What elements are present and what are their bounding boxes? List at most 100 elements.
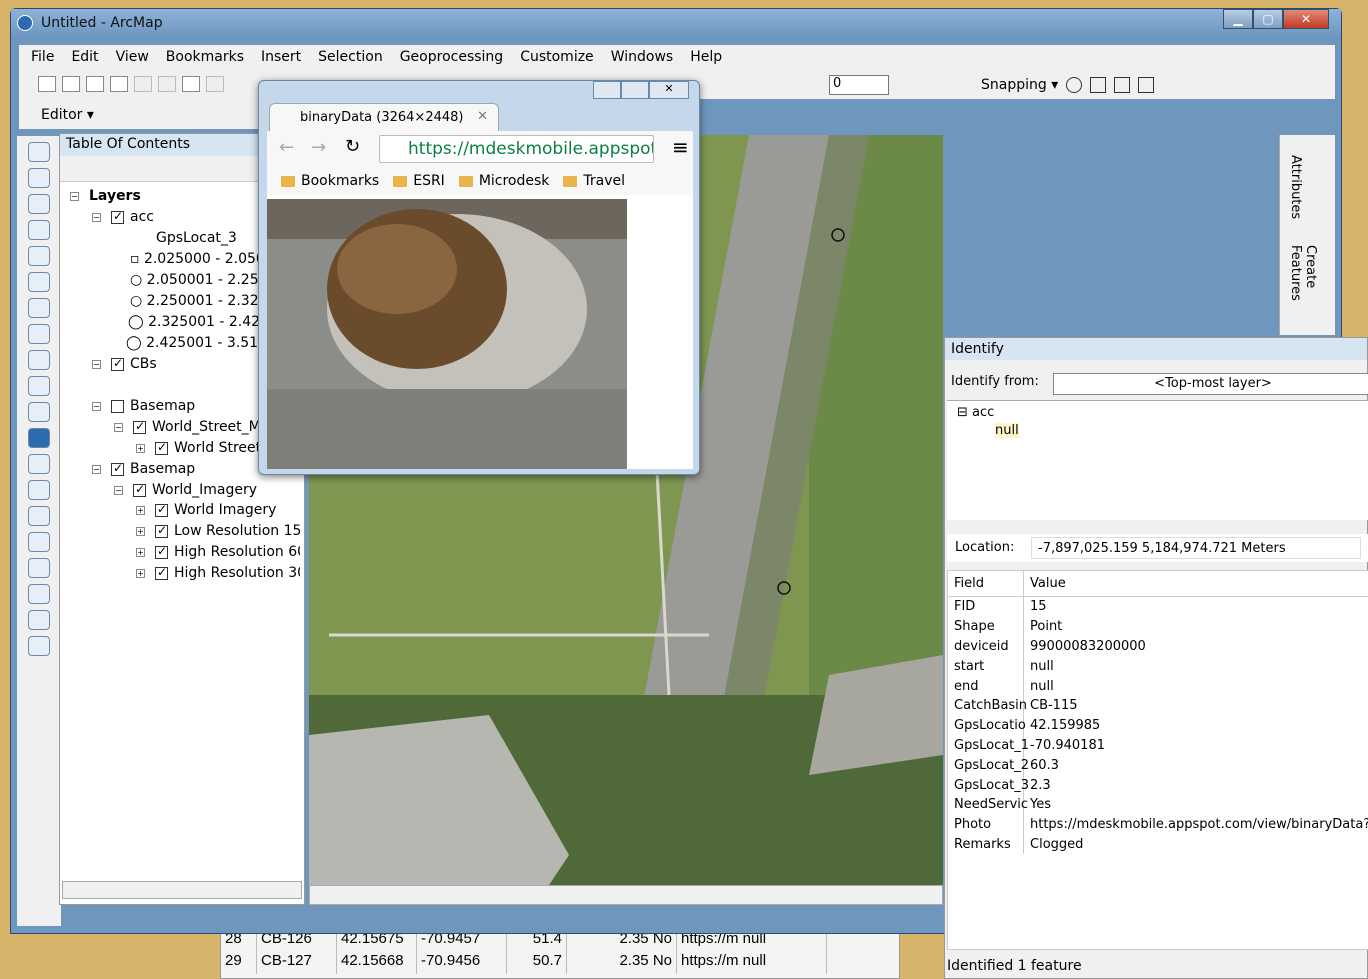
select-features-icon[interactable] [28, 350, 50, 370]
tree-feature-node[interactable]: null [995, 423, 1019, 438]
attribute-row[interactable]: GpsLocat_2 60.3 [948, 755, 1368, 776]
toc-layer-imagery-sub[interactable]: +High Resolution 30cm [136, 565, 300, 581]
identify-title[interactable]: Identify [945, 338, 1367, 360]
bookmark-folder[interactable]: Bookmarks [281, 173, 379, 189]
end-snap-icon[interactable] [1090, 77, 1107, 93]
zoom-out-icon[interactable] [28, 168, 50, 188]
attribute-row[interactable]: Photo https://mdeskmobile.appspot.com/vie… [948, 814, 1368, 835]
menu-selection[interactable]: Selection [318, 49, 383, 65]
cut-icon[interactable] [134, 76, 152, 92]
reload-icon[interactable]: ↻ [345, 136, 360, 157]
toc-layer-world-street-sub[interactable]: +World Street Map [136, 440, 258, 456]
menu-customize[interactable]: Customize [520, 49, 594, 65]
clear-selection-icon[interactable] [28, 376, 50, 396]
menu-help[interactable]: Help [690, 49, 722, 65]
toc-layer-basemap[interactable]: −Basemap [92, 398, 195, 414]
attribute-row[interactable]: GpsLocat_1 -70.940181 [948, 735, 1368, 756]
toc-layer-imagery-sub[interactable]: +High Resolution 60cm [136, 544, 300, 560]
fixed-zoom-out-icon[interactable] [28, 272, 50, 292]
print-icon[interactable] [110, 76, 128, 92]
new-icon[interactable] [38, 76, 56, 92]
bookmark-folder[interactable]: ESRI [393, 173, 445, 189]
close-tab-icon[interactable]: ✕ [477, 109, 488, 124]
minimize-button[interactable] [593, 81, 621, 99]
close-button[interactable]: ✕ [1283, 9, 1329, 29]
toc-layer-acc[interactable]: −acc [92, 209, 154, 225]
delete-icon[interactable] [206, 76, 224, 92]
menu-file[interactable]: File [31, 49, 54, 65]
attribute-row[interactable]: NeedServic Yes [948, 794, 1368, 815]
time-slider-icon[interactable] [28, 610, 50, 630]
attribute-row[interactable]: end null [948, 676, 1368, 696]
menu-icon[interactable]: ≡ [672, 135, 689, 159]
create-features-tab[interactable]: Create Features [1288, 245, 1318, 335]
layer-dropdown[interactable]: 0 [829, 75, 889, 95]
attribute-row[interactable]: Shape Point [948, 616, 1368, 637]
location-value[interactable]: -7,897,025.159 5,184,974.721 Meters [1031, 537, 1361, 559]
attribute-row[interactable]: GpsLocatio 42.159985 [948, 715, 1368, 736]
point-snap-icon[interactable] [1066, 77, 1083, 93]
attribute-row[interactable]: CatchBasin CB-115 [948, 695, 1368, 716]
menu-geoprocessing[interactable]: Geoprocessing [400, 49, 503, 65]
paste-icon[interactable] [182, 76, 200, 92]
full-extent-icon[interactable] [28, 220, 50, 240]
forward-icon[interactable]: → [311, 137, 326, 158]
menu-windows[interactable]: Windows [611, 49, 674, 65]
menu-edit[interactable]: Edit [71, 49, 98, 65]
toc-layers[interactable]: − Layers [70, 188, 141, 204]
maximize-button[interactable]: ▢ [1253, 9, 1283, 29]
menu-view[interactable]: View [116, 49, 149, 65]
html-popup-icon[interactable] [28, 480, 50, 500]
browser-tab[interactable]: binaryData (3264×2448) ✕ [269, 103, 499, 131]
select-elements-icon[interactable] [28, 402, 50, 422]
address-bar[interactable]: https://mdeskmobile.appspot.com/view/bin… [379, 135, 654, 163]
zoom-in-icon[interactable] [28, 142, 50, 162]
toc-layer-cbs[interactable]: −CBs [92, 356, 157, 372]
open-icon[interactable] [62, 76, 80, 92]
bookmark-folder[interactable]: Microdesk [458, 173, 549, 189]
minimize-button[interactable]: ▁ [1223, 9, 1253, 29]
close-button[interactable]: ✕ [649, 81, 689, 99]
attribute-row[interactable]: GpsLocat_3 2.3 [948, 775, 1368, 795]
measure-icon[interactable] [28, 506, 50, 526]
menu-insert[interactable]: Insert [261, 49, 301, 65]
toc-layer-imagery-sub[interactable]: +Low Resolution 15m [136, 523, 300, 539]
copy-icon[interactable] [158, 76, 176, 92]
identify-from-dropdown[interactable]: <Top-most layer> [1053, 373, 1368, 395]
attributes-tab[interactable]: Attributes [1288, 155, 1303, 219]
save-icon[interactable] [86, 76, 104, 92]
attribute-row[interactable]: FID 15 [948, 597, 1368, 617]
attribute-row[interactable]: start null [948, 656, 1368, 677]
browser-navbar: ← → ↻ https://mdeskmobile.appspot.com/vi… [267, 131, 693, 167]
go-to-xy-icon[interactable] [28, 584, 50, 604]
find-icon[interactable] [28, 532, 50, 552]
forward-icon[interactable] [28, 324, 50, 344]
back-icon[interactable] [28, 298, 50, 318]
hyperlink-icon[interactable] [28, 454, 50, 474]
vertex-snap-icon[interactable] [1114, 77, 1131, 93]
toc-layer-imagery-sub[interactable]: +World Imagery [136, 502, 300, 518]
pan-icon[interactable] [28, 194, 50, 214]
snapping-menu[interactable]: Snapping ▾ [981, 77, 1058, 93]
menu-bookmarks[interactable]: Bookmarks [166, 49, 244, 65]
title-bar[interactable]: Untitled - ArcMap ▁ ▢ ✕ [11, 9, 1341, 39]
find-route-icon[interactable] [28, 558, 50, 578]
identify-icon[interactable] [28, 428, 50, 448]
fixed-zoom-in-icon[interactable] [28, 246, 50, 266]
catch-basin-photo [267, 199, 627, 469]
restore-button[interactable] [621, 81, 649, 99]
toc-layer-world-street[interactable]: −World_Street_Map [114, 419, 260, 435]
back-icon[interactable]: ← [279, 137, 294, 158]
attribute-row[interactable]: deviceid 99000083200000 [948, 636, 1368, 657]
map-status-bar [309, 885, 943, 905]
toc-horizontal-scrollbar[interactable] [62, 881, 302, 899]
bookmark-folder[interactable]: Travel [563, 173, 625, 189]
viewer-icon[interactable] [28, 636, 50, 656]
attribute-row[interactable]: Remarks Clogged [948, 834, 1368, 855]
tree-layer-node[interactable]: ⊟ acc [957, 405, 994, 420]
editor-menu[interactable]: Editor ▾ [41, 107, 94, 123]
table-row[interactable]: 29 CB-127 42.15668 -70.9456 50.7 2.35 No… [221, 952, 901, 974]
toc-layer-basemap[interactable]: −Basemap [92, 461, 195, 477]
edge-snap-icon[interactable] [1138, 77, 1155, 93]
toc-layer-world-imagery[interactable]: −World_Imagery [114, 482, 257, 498]
